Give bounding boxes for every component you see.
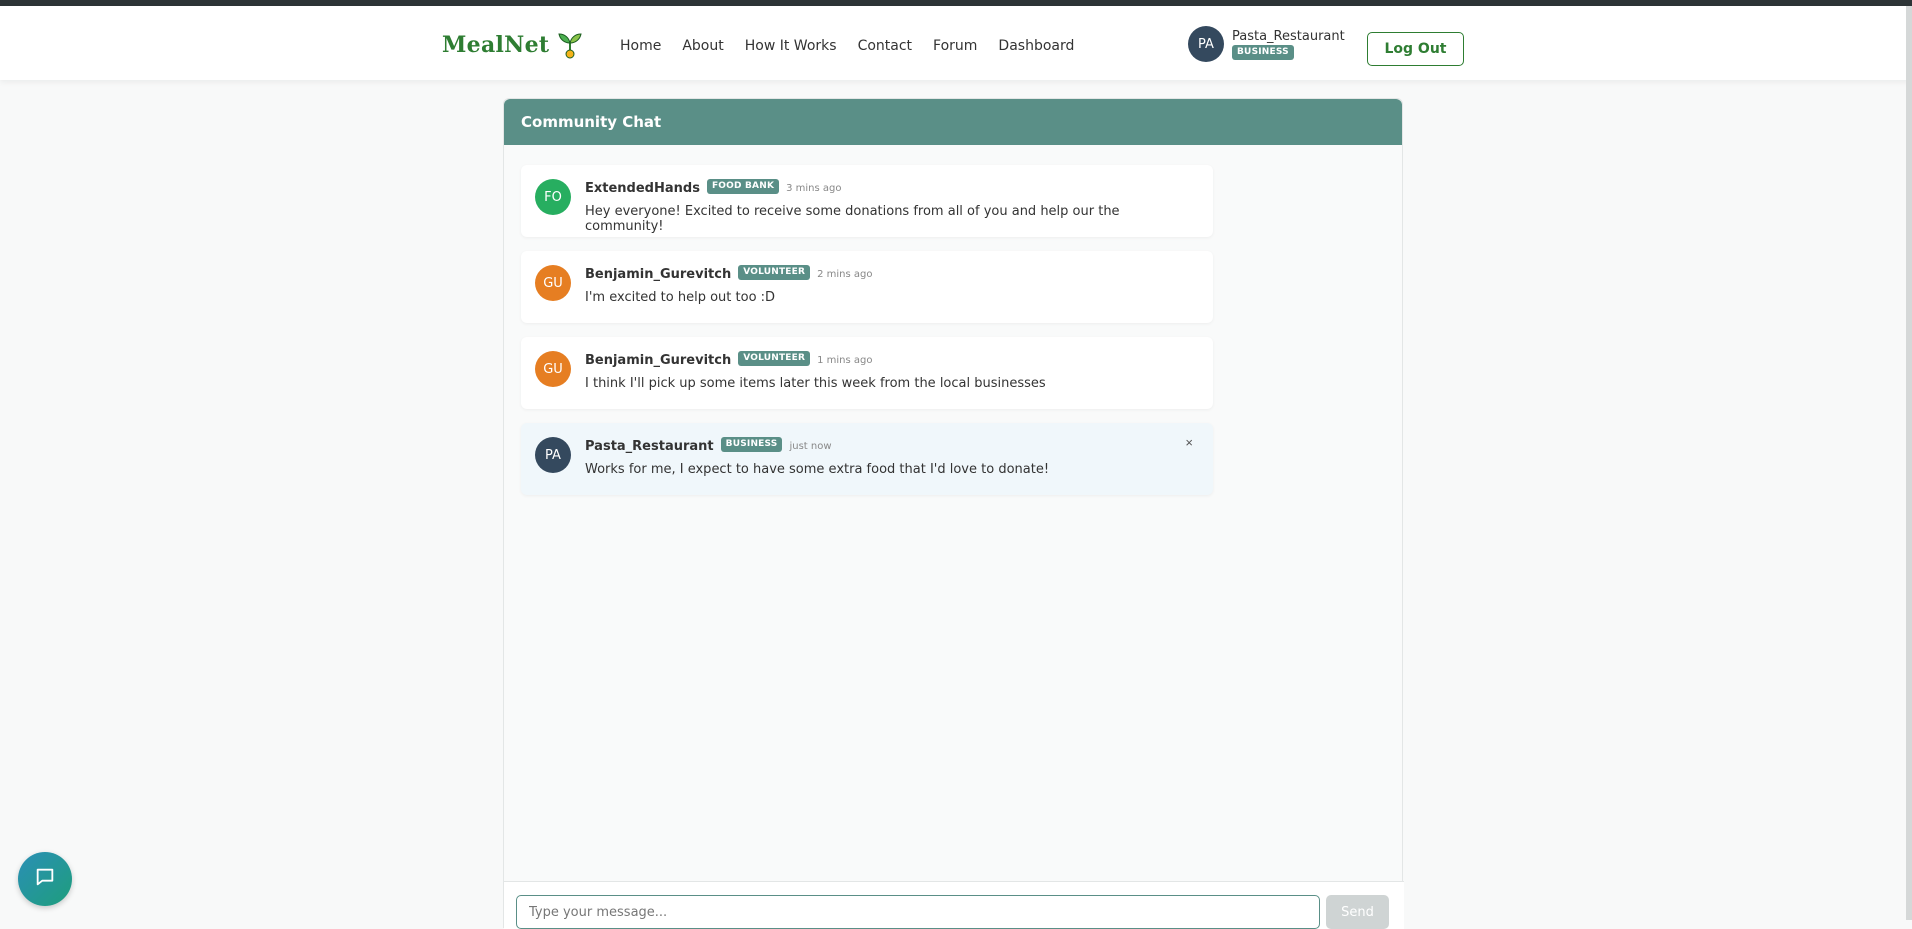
- message-time: 3 mins ago: [786, 182, 842, 194]
- role-badge: VOLUNTEER: [738, 351, 811, 366]
- message-header: Pasta_Restaurant BUSINESS just now: [585, 437, 1199, 455]
- message-header: Benjamin_Gurevitch VOLUNTEER 1 mins ago: [585, 351, 1199, 369]
- chat-bubble-button[interactable]: [18, 852, 72, 906]
- message-composer: Send: [504, 881, 1404, 929]
- nav-home[interactable]: Home: [620, 34, 661, 58]
- message-author: Benjamin_Gurevitch: [585, 266, 732, 282]
- message-item-own: PA Pasta_Restaurant BUSINESS just now Wo…: [521, 423, 1213, 495]
- page-scrollbar[interactable]: [1906, 6, 1912, 920]
- chat-bubble-icon: [34, 866, 56, 892]
- message-time: just now: [789, 440, 832, 452]
- message-item: GU Benjamin_Gurevitch VOLUNTEER 1 mins a…: [521, 337, 1213, 409]
- nav-forum[interactable]: Forum: [933, 34, 977, 58]
- message-time: 1 mins ago: [817, 354, 873, 366]
- message-text: I'm excited to help out too :D: [585, 290, 776, 305]
- role-badge: BUSINESS: [720, 437, 783, 452]
- brand-name: MealNet: [442, 32, 550, 58]
- message-author: Benjamin_Gurevitch: [585, 352, 732, 368]
- message-author: ExtendedHands: [585, 180, 700, 196]
- chat-title: Community Chat: [504, 99, 1402, 145]
- message-text: I think I'll pick up some items later th…: [585, 376, 1046, 391]
- message-time: 2 mins ago: [817, 268, 873, 280]
- main-nav: Home About How It Works Contact Forum Da…: [620, 34, 1074, 58]
- nav-contact[interactable]: Contact: [858, 34, 912, 58]
- avatar: PA: [535, 437, 571, 473]
- user-meta: Pasta_Restaurant BUSINESS: [1232, 29, 1345, 60]
- message-text: Hey everyone! Excited to receive some do…: [585, 204, 1120, 234]
- avatar: FO: [535, 179, 571, 215]
- avatar: GU: [535, 351, 571, 387]
- role-badge: VOLUNTEER: [738, 265, 811, 280]
- delete-message-close-icon[interactable]: ×: [1185, 435, 1193, 450]
- message-item: FO ExtendedHands FOOD BANK 3 mins ago He…: [521, 165, 1213, 237]
- current-user[interactable]: PA Pasta_Restaurant BUSINESS: [1188, 26, 1345, 62]
- nav-about[interactable]: About: [682, 34, 723, 58]
- role-badge: FOOD BANK: [706, 179, 780, 194]
- sprout-logo-icon: [555, 30, 585, 60]
- message-input[interactable]: [516, 895, 1320, 929]
- nav-how-it-works[interactable]: How It Works: [745, 34, 837, 58]
- role-badge: BUSINESS: [1232, 44, 1294, 60]
- send-button[interactable]: Send: [1326, 895, 1389, 929]
- message-author: Pasta_Restaurant: [585, 438, 714, 454]
- avatar: PA: [1188, 26, 1224, 62]
- nav-dashboard[interactable]: Dashboard: [998, 34, 1074, 58]
- logout-button[interactable]: Log Out: [1367, 32, 1464, 66]
- user-name: Pasta_Restaurant: [1232, 28, 1345, 44]
- avatar: GU: [535, 265, 571, 301]
- navbar: MealNet Home About How It Works Contact …: [0, 6, 1912, 80]
- message-header: Benjamin_Gurevitch VOLUNTEER 2 mins ago: [585, 265, 1199, 283]
- message-item: GU Benjamin_Gurevitch VOLUNTEER 2 mins a…: [521, 251, 1213, 323]
- message-text: Works for me, I expect to have some extr…: [585, 462, 1050, 477]
- community-chat-panel: Community Chat FO ExtendedHands FOOD BAN…: [503, 98, 1404, 929]
- message-list: FO ExtendedHands FOOD BANK 3 mins ago He…: [521, 165, 1213, 509]
- message-header: ExtendedHands FOOD BANK 3 mins ago: [585, 179, 1199, 197]
- brand[interactable]: MealNet: [442, 28, 585, 62]
